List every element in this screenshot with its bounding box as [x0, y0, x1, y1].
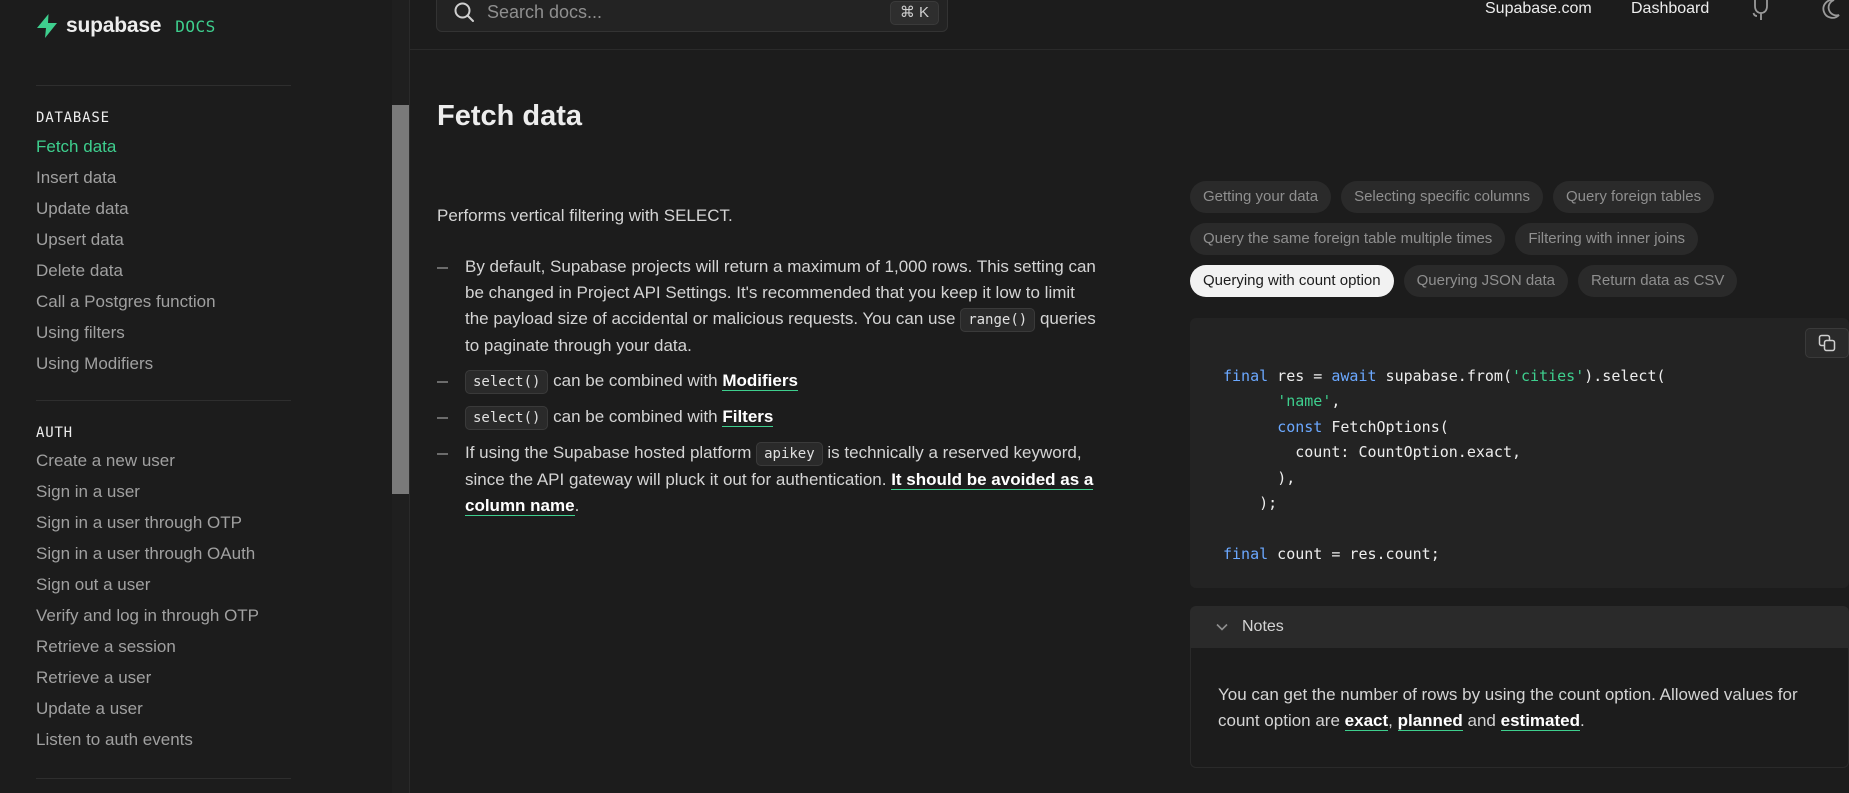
sidebar-item-using-modifiers[interactable]: Using Modifiers: [36, 348, 216, 379]
sidebar-divider: [36, 400, 291, 401]
code-keyword: final: [1223, 367, 1269, 385]
search-icon: [454, 2, 474, 22]
list-item: If using the Supabase hosted platform ap…: [437, 440, 1097, 519]
sidebar-section-database: DATABASE: [36, 110, 110, 126]
page-title: Fetch data: [437, 100, 583, 132]
tab-filtering-inner-joins[interactable]: Filtering with inner joins: [1515, 223, 1699, 255]
notes-toggle[interactable]: Notes: [1190, 606, 1849, 648]
list-item-text: If using the Supabase hosted platform: [465, 443, 752, 462]
brand-logo[interactable]: supabase DOCS: [36, 14, 216, 38]
code-text: FetchOptions(: [1322, 417, 1449, 436]
code-text: ).select(: [1584, 367, 1666, 385]
brand-name: supabase: [66, 14, 162, 37]
notes-title: Notes: [1242, 618, 1284, 635]
estimated-link[interactable]: estimated: [1500, 711, 1580, 731]
notes-text: .: [1580, 711, 1585, 730]
sidebar-item-sign-in-otp[interactable]: Sign in a user through OTP: [36, 507, 259, 538]
inline-code-range: range(): [960, 308, 1036, 332]
dashboard-link[interactable]: Dashboard: [1631, 0, 1709, 18]
code-text: );: [1259, 494, 1278, 513]
filters-link[interactable]: Filters: [722, 407, 774, 427]
planned-link[interactable]: planned: [1397, 711, 1463, 731]
code-text: count: CountOption.exact,: [1295, 443, 1522, 462]
sidebar-item-retrieve-user[interactable]: Retrieve a user: [36, 662, 259, 693]
sidebar-item-create-user[interactable]: Create a new user: [36, 445, 259, 476]
sidebar-item-update-user[interactable]: Update a user: [36, 693, 259, 724]
copy-button[interactable]: [1805, 328, 1849, 358]
sidebar-item-sign-in[interactable]: Sign in a user: [36, 476, 259, 507]
code-block: final res = await supabase.from('cities'…: [1190, 318, 1849, 588]
list-item-text: can be combined with: [553, 407, 718, 426]
notes-text: and: [1467, 711, 1496, 730]
list-item: By default, Supabase projects will retur…: [437, 254, 1097, 359]
sidebar-item-auth-events[interactable]: Listen to auth events: [36, 724, 259, 755]
top-bar: Search docs... ⌘ K Supabase.com Dashboar…: [410, 0, 1849, 50]
tab-querying-count-option[interactable]: Querying with count option: [1190, 265, 1394, 297]
tab-querying-json-data[interactable]: Querying JSON data: [1403, 265, 1569, 297]
sidebar-item-sign-in-oauth[interactable]: Sign in a user through OAuth: [36, 538, 259, 569]
search-shortcut: ⌘ K: [889, 1, 939, 25]
code-keyword: const: [1277, 417, 1323, 436]
sidebar-nav-database: Fetch data Insert data Update data Upser…: [36, 131, 216, 379]
tab-selecting-specific-columns[interactable]: Selecting specific columns: [1341, 181, 1543, 213]
notes-body: You can get the number of rows by using …: [1190, 648, 1849, 768]
inline-code-select: select(): [465, 370, 549, 394]
sidebar-item-fetch-data[interactable]: Fetch data: [36, 131, 216, 162]
supabase-bolt-icon: [37, 14, 57, 38]
sidebar-item-verify-otp[interactable]: Verify and log in through OTP: [36, 600, 259, 631]
bullet-dash: [437, 267, 448, 269]
sidebar-item-update-data[interactable]: Update data: [36, 193, 216, 224]
inline-code-apikey: apikey: [756, 442, 823, 466]
supabase-com-link[interactable]: Supabase.com: [1485, 0, 1592, 18]
example-tabs: Getting your data Selecting specific col…: [1190, 181, 1830, 297]
code-string: 'cities': [1512, 367, 1585, 385]
brand-suffix: DOCS: [175, 16, 216, 36]
chevron-down-icon: [1216, 623, 1228, 631]
list-item-text: can be combined with: [553, 371, 718, 390]
github-icon[interactable]: [1752, 0, 1770, 20]
code-text: ),: [1277, 468, 1296, 487]
code-text: res =: [1268, 367, 1332, 385]
sidebar-item-retrieve-session[interactable]: Retrieve a session: [36, 631, 259, 662]
code-keyword: final: [1223, 544, 1269, 563]
search-placeholder: Search docs...: [487, 1, 603, 22]
tab-query-same-foreign-table[interactable]: Query the same foreign table multiple ti…: [1190, 223, 1506, 255]
sidebar-item-sign-out[interactable]: Sign out a user: [36, 569, 259, 600]
sidebar-divider: [36, 778, 291, 779]
tab-query-foreign-tables[interactable]: Query foreign tables: [1553, 181, 1715, 213]
code-text: ,: [1331, 392, 1341, 411]
sidebar-item-using-filters[interactable]: Using filters: [36, 317, 216, 348]
tab-return-data-csv[interactable]: Return data as CSV: [1578, 265, 1738, 297]
list-item: select() can be combined with Filters: [437, 404, 1097, 431]
sidebar-item-upsert-data[interactable]: Upsert data: [36, 224, 216, 255]
list-item-text: .: [574, 496, 580, 515]
page-lead: Performs vertical filtering with SELECT.: [437, 206, 733, 225]
sidebar-nav-auth: Create a new user Sign in a user Sign in…: [36, 445, 259, 755]
sidebar-scrollbar-thumb[interactable]: [392, 105, 409, 494]
notes-text: ,: [1388, 711, 1393, 730]
list-item: select() can be combined with Modifiers: [437, 368, 1097, 395]
bullet-dash: [437, 417, 448, 419]
theme-moon-icon[interactable]: [1822, 0, 1840, 20]
search-box[interactable]: Search docs... ⌘ K: [436, 0, 948, 32]
notes-list: By default, Supabase projects will retur…: [437, 254, 1097, 528]
bullet-dash: [437, 381, 448, 383]
sidebar-item-call-postgres-function[interactable]: Call a Postgres function: [36, 286, 216, 317]
code-content: final res = await supabase.from('cities'…: [1223, 364, 1666, 567]
bullet-dash: [437, 453, 448, 455]
exact-link[interactable]: exact: [1344, 711, 1389, 731]
tab-getting-your-data[interactable]: Getting your data: [1190, 181, 1332, 213]
copy-icon: [1818, 334, 1836, 352]
code-keyword: await: [1331, 367, 1377, 385]
sidebar: supabase DOCS DATABASE Fetch data Insert…: [0, 0, 410, 793]
modifiers-link[interactable]: Modifiers: [722, 371, 798, 391]
inline-code-select: select(): [465, 406, 549, 430]
code-text: supabase.from(: [1376, 367, 1512, 385]
sidebar-item-delete-data[interactable]: Delete data: [36, 255, 216, 286]
code-string: 'name': [1277, 392, 1332, 411]
sidebar-item-insert-data[interactable]: Insert data: [36, 162, 216, 193]
sidebar-section-auth: AUTH: [36, 425, 73, 441]
code-text: count = res.count;: [1268, 544, 1440, 563]
sidebar-divider: [36, 85, 291, 86]
